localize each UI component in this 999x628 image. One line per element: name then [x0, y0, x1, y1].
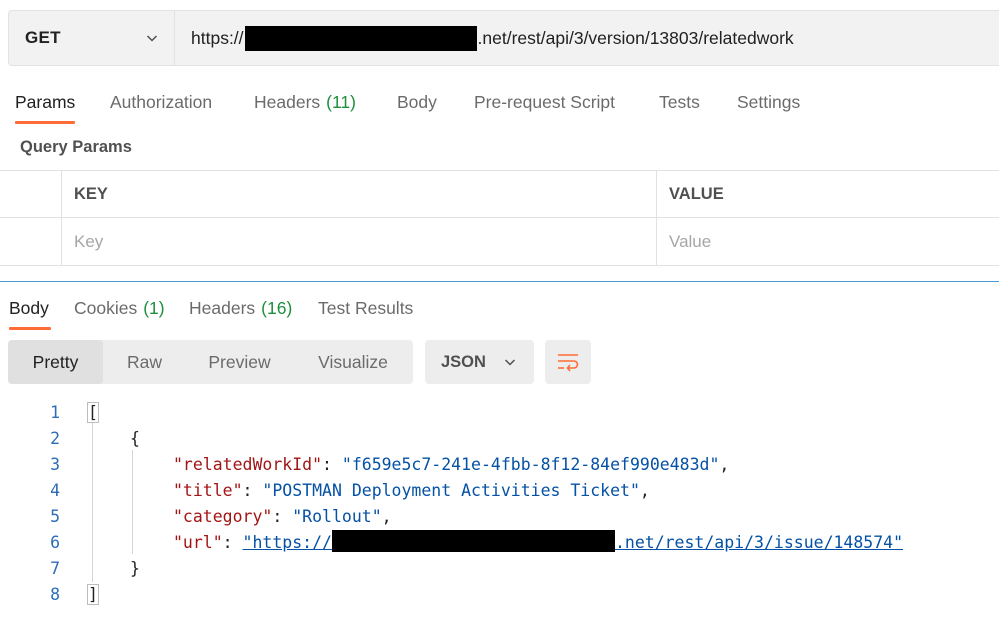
open-brace: { — [130, 429, 140, 448]
pane-divider[interactable] — [0, 281, 999, 282]
tab-tests[interactable]: Tests — [659, 80, 700, 124]
indent-guide — [132, 450, 133, 554]
tab-label: Body — [9, 297, 49, 318]
view-mode-switcher: Pretty Raw Preview Visualize — [8, 340, 413, 384]
colon: : — [242, 481, 263, 500]
params-table: KEY VALUE — [0, 170, 999, 266]
request-bar: GET https:// .net/rest/api/3/version/1380… — [8, 10, 999, 66]
code-line-1: [ — [87, 400, 99, 426]
wrap-lines-icon — [558, 354, 579, 372]
issue-url-link[interactable]: "https:// .net/rest/api/3/issue/148574" — [242, 530, 904, 552]
tab-label: Tests — [659, 91, 700, 112]
indent-guide — [92, 422, 93, 582]
method-select[interactable]: GET — [9, 11, 175, 65]
line-number: 8 — [50, 585, 60, 604]
headers-count: (11) — [326, 91, 356, 112]
code-line-5: "category": "Rollout", — [173, 504, 392, 530]
redacted-host — [331, 530, 615, 552]
row-checkbox-cell — [0, 218, 62, 265]
response-headers-count: (16) — [261, 297, 293, 318]
method-label: GET — [25, 28, 61, 47]
line-number: 4 — [50, 481, 60, 500]
line-number: 6 — [50, 533, 60, 552]
tab-label: Headers — [254, 91, 321, 112]
response-tab-cookies[interactable]: Cookies (1) — [74, 286, 165, 330]
tab-headers[interactable]: Headers (11) — [254, 80, 356, 124]
line-number: 5 — [50, 507, 60, 526]
response-tab-test-results[interactable]: Test Results — [318, 286, 413, 330]
line-number: 2 — [50, 429, 60, 448]
params-empty-row — [0, 218, 999, 266]
url-suffix: .net/rest/api/3/version/13803/relatedwor… — [477, 27, 794, 48]
json-key: "category" — [173, 507, 273, 526]
close-brace: } — [130, 559, 140, 578]
tab-label: Params — [15, 91, 76, 112]
code-line-2: { — [130, 426, 140, 452]
query-params-title: Query Params — [20, 138, 132, 156]
tab-body[interactable]: Body — [397, 80, 437, 124]
response-tab-body[interactable]: Body — [9, 286, 51, 330]
chevron-down-icon — [504, 359, 516, 366]
json-value: "POSTMAN Deployment Activities Ticket" — [262, 481, 640, 500]
format-select[interactable]: JSON — [425, 340, 534, 384]
tab-label: Body — [397, 91, 437, 112]
code-line-6: "url": "https:// .net/rest/api/3/issue/14… — [173, 530, 903, 556]
response-tab-headers[interactable]: Headers (16) — [189, 286, 292, 330]
line-number: 3 — [50, 455, 60, 474]
checkbox-column-header — [0, 171, 62, 217]
tab-pre-request-script[interactable]: Pre-request Script — [474, 80, 615, 124]
view-visualize-button[interactable]: Visualize — [293, 340, 413, 384]
tab-authorization[interactable]: Authorization — [110, 80, 212, 124]
tab-label: Test Results — [318, 297, 414, 318]
view-pretty-button[interactable]: Pretty — [8, 340, 103, 384]
colon: : — [322, 455, 342, 474]
colon: : — [272, 507, 293, 526]
json-value: "Rollout" — [292, 507, 382, 526]
comma: , — [639, 481, 650, 500]
open-bracket: [ — [87, 402, 99, 423]
tab-label: Pre-request Script — [474, 91, 616, 112]
line-number: 7 — [50, 559, 60, 578]
params-header-row: KEY VALUE — [0, 170, 999, 218]
value-column-header: VALUE — [669, 184, 724, 203]
json-value: "f659e5c7-241e-4fbb-8f12-84ef990e483d" — [341, 455, 720, 474]
tab-settings[interactable]: Settings — [737, 80, 800, 124]
colon: : — [222, 533, 243, 552]
comma: , — [719, 455, 730, 474]
json-key: "url" — [173, 533, 223, 552]
key-cell — [62, 218, 657, 265]
json-key: "title" — [173, 481, 243, 500]
code-line-4: "title": "POSTMAN Deployment Activities … — [173, 478, 650, 504]
chevron-down-icon — [146, 35, 158, 42]
tab-params[interactable]: Params — [15, 80, 75, 124]
url-prefix: "https:// — [242, 533, 332, 552]
code-line-7: } — [130, 556, 140, 582]
key-column-header: KEY — [62, 171, 657, 217]
code-line-3: "relatedWorkId": "f659e5c7-241e-4fbb-8f1… — [173, 452, 729, 478]
tab-label: Settings — [737, 91, 801, 112]
line-number: 1 — [50, 403, 60, 422]
tab-label: Cookies — [74, 297, 138, 318]
view-raw-button[interactable]: Raw — [103, 340, 186, 384]
comma: , — [381, 507, 392, 526]
format-label: JSON — [441, 352, 486, 371]
cookies-count: (1) — [143, 297, 165, 318]
close-bracket: ] — [87, 584, 99, 605]
redacted-host — [244, 25, 477, 51]
code-line-8: ] — [87, 582, 99, 608]
key-input[interactable] — [74, 231, 656, 252]
tab-label: Authorization — [110, 91, 213, 112]
wrap-lines-button[interactable] — [545, 340, 591, 384]
tab-label: Headers — [189, 297, 256, 318]
json-key: "relatedWorkId" — [173, 455, 323, 474]
value-cell — [657, 218, 999, 265]
view-preview-button[interactable]: Preview — [186, 340, 293, 384]
value-input[interactable] — [669, 231, 999, 252]
url-suffix: .net/rest/api/3/issue/148574" — [614, 533, 904, 552]
url-input[interactable]: https:// .net/rest/api/3/version/13803/re… — [175, 11, 999, 65]
url-prefix: https:// — [191, 27, 244, 48]
